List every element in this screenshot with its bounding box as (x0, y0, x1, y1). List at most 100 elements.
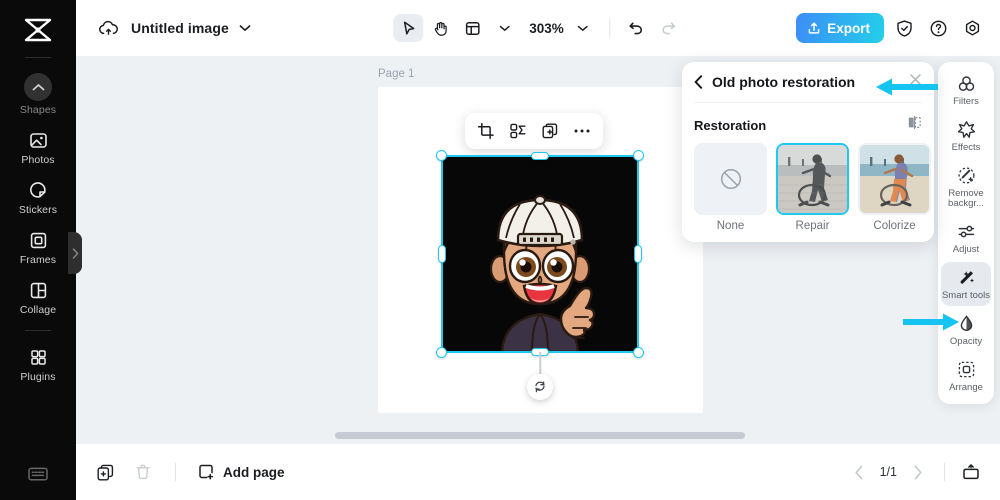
app-root: Shapes Photos Stickers Frames Collage Pl… (0, 0, 1000, 500)
right-item-filters[interactable]: Filters (941, 68, 991, 112)
left-sidebar: Shapes Photos Stickers Frames Collage Pl… (0, 0, 76, 500)
sidebar-item-plugins[interactable]: Plugins (7, 339, 69, 387)
resize-handle-top-right[interactable] (633, 150, 644, 161)
sidebar-label: Frames (19, 254, 57, 266)
crop-icon[interactable] (471, 117, 501, 145)
zoom-chevron-button[interactable] (568, 14, 598, 42)
chevron-down-icon[interactable] (239, 24, 251, 32)
repair-thumbnail (776, 143, 849, 215)
page-label: Page 1 (378, 68, 415, 80)
right-item-adjust[interactable]: Adjust (941, 216, 991, 260)
right-item-label: Remove backgr... (948, 187, 984, 209)
settings-gear-icon[interactable] (958, 14, 986, 42)
page-navigation: 1/1 (844, 458, 1000, 486)
add-page-button[interactable]: Add page (193, 463, 285, 481)
undo-button[interactable] (621, 14, 651, 42)
help-question-icon[interactable] (924, 14, 952, 42)
right-item-smart-tools[interactable]: Smart tools (941, 261, 991, 306)
resize-handle-top[interactable] (531, 152, 549, 160)
right-item-effects[interactable]: Effects (941, 114, 991, 158)
rotate-handle-stem (539, 352, 541, 374)
resize-handle-bottom-right[interactable] (633, 347, 644, 358)
filters-circles-icon (956, 74, 976, 94)
sidebar-item-shapes[interactable]: Shapes (7, 66, 69, 120)
smart-tools-wand-icon (956, 268, 976, 288)
restoration-option-repair[interactable]: Repair (776, 143, 849, 232)
right-item-label: Effects (951, 141, 981, 153)
sidebar-label: Shapes (19, 104, 57, 116)
document-title[interactable]: Untitled image (131, 20, 229, 36)
right-item-label: Filters (953, 96, 979, 107)
right-item-label: Adjust (952, 243, 980, 255)
export-button[interactable]: Export (796, 13, 884, 43)
more-options-icon[interactable] (567, 117, 597, 145)
sidebar-item-frames[interactable]: Frames (7, 222, 69, 270)
section-title: Restoration (694, 117, 767, 133)
duplicate-icon[interactable] (535, 117, 565, 145)
sidebar-divider-top (25, 57, 51, 58)
option-label: None (716, 220, 745, 232)
cutout-icon[interactable] (503, 117, 533, 145)
rotate-handle-icon[interactable] (527, 374, 553, 400)
resize-handle-bottom-left[interactable] (436, 347, 447, 358)
present-icon[interactable] (956, 458, 986, 486)
zoom-level-value[interactable]: 303% (521, 21, 566, 36)
close-x-icon[interactable] (909, 73, 922, 91)
sidebar-item-collage[interactable]: Collage (7, 272, 69, 320)
frame-icon (27, 229, 49, 251)
right-item-opacity[interactable]: Opacity (941, 308, 991, 352)
option-label: Colorize (873, 220, 916, 232)
sidebar-item-stickers[interactable]: Stickers (7, 172, 69, 220)
resize-handle-right[interactable] (634, 245, 642, 263)
bottom-left-group: Add page (76, 458, 285, 486)
add-page-icon (197, 463, 215, 481)
cartoon-boy-with-backwards-cap-image (442, 156, 638, 352)
restoration-options: None Repair Colorize (682, 143, 934, 232)
before-after-compare-icon[interactable] (907, 115, 922, 135)
effects-sparkle-icon (956, 120, 976, 140)
restoration-option-colorize[interactable]: Colorize (858, 143, 931, 232)
right-item-arrange[interactable]: Arrange (941, 354, 991, 398)
resize-handle-top-left[interactable] (436, 150, 447, 161)
prev-page-button[interactable] (844, 458, 874, 486)
layout-chevron-button[interactable] (489, 14, 519, 42)
shield-check-icon[interactable] (890, 14, 918, 42)
resize-handle-left[interactable] (438, 245, 446, 263)
right-item-remove-background[interactable]: Remove backgr... (941, 160, 991, 214)
colorize-thumbnail (858, 143, 931, 215)
right-item-label: Smart tools (941, 289, 991, 301)
topbar-right-group: Export (796, 13, 1000, 43)
collage-icon (27, 279, 49, 301)
hand-tool-button[interactable] (425, 14, 455, 42)
add-page-label: Add page (223, 464, 285, 480)
layout-tool-button[interactable] (457, 14, 487, 42)
upload-icon (807, 21, 821, 35)
canvas-tools-group: 303% (393, 14, 683, 42)
capcut-logo-icon[interactable] (18, 13, 58, 47)
right-item-label: Opacity (949, 335, 983, 347)
canvas-horizontal-scrollbar[interactable] (335, 432, 745, 439)
next-page-button[interactable] (903, 458, 933, 486)
photo-icon (27, 129, 49, 151)
chevron-left-icon[interactable] (694, 75, 703, 89)
selected-image-object[interactable] (436, 150, 644, 400)
nav-divider (944, 463, 945, 481)
cloud-upload-icon[interactable] (97, 17, 119, 39)
trash-icon[interactable] (128, 458, 158, 486)
none-thumbnail (694, 143, 767, 215)
sidebar-label: Plugins (20, 371, 56, 383)
old-photo-restoration-panel: Old photo restoration Restoration None R… (682, 62, 934, 242)
restoration-section-header: Restoration (682, 103, 934, 143)
sidebar-label: Stickers (18, 204, 58, 216)
export-button-label: Export (827, 20, 870, 36)
restoration-option-none[interactable]: None (694, 143, 767, 232)
bottom-divider (175, 463, 176, 481)
duplicate-page-icon[interactable] (90, 458, 120, 486)
panel-header: Old photo restoration (682, 62, 934, 102)
cursor-tool-button[interactable] (393, 14, 424, 42)
sidebar-expand-handle[interactable] (68, 232, 82, 274)
redo-button[interactable] (653, 14, 683, 42)
page-indicator: 1/1 (879, 465, 897, 479)
keyboard-shortcuts-icon[interactable] (27, 465, 49, 488)
sidebar-item-photos[interactable]: Photos (7, 122, 69, 170)
